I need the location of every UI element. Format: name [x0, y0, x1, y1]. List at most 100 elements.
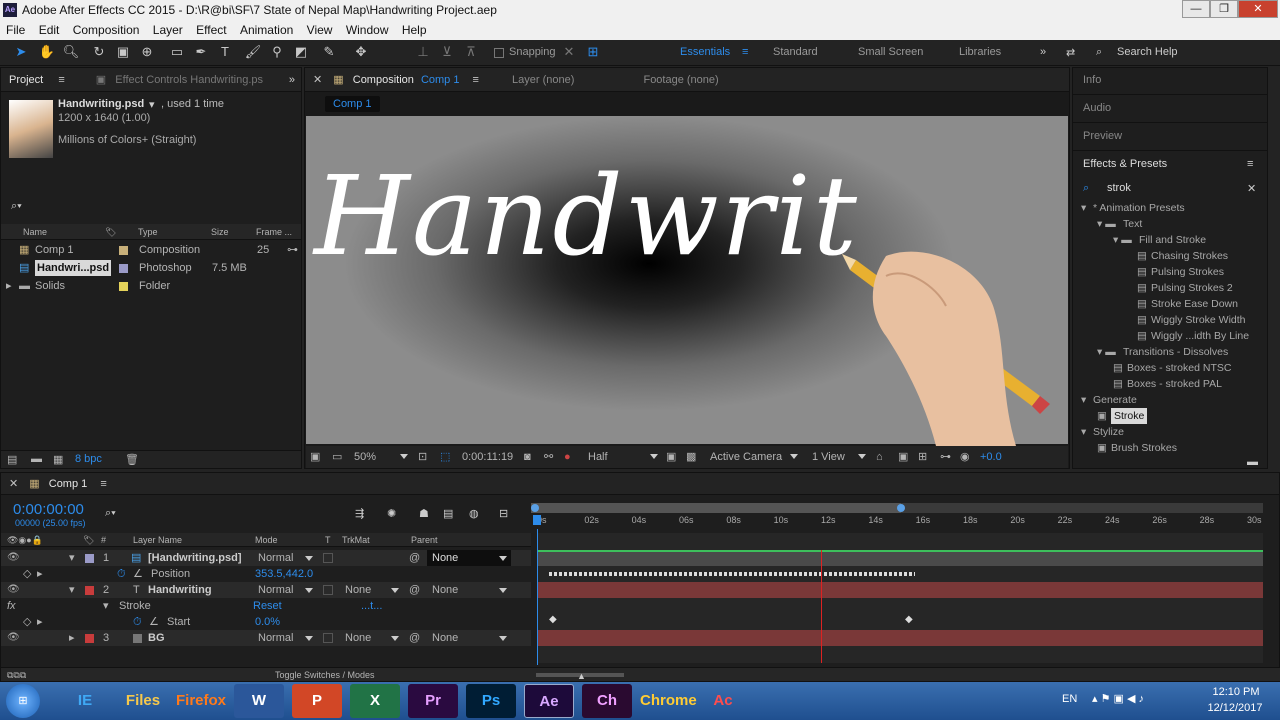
toggle-switches-modes[interactable]: Toggle Switches / Modes [275, 668, 375, 682]
position-keyframes[interactable] [549, 572, 915, 576]
comp-breadcrumb[interactable]: Comp 1 [325, 96, 380, 112]
effects-tree-item[interactable]: ▾ * Animation Presets [1077, 200, 1261, 216]
twirl-down-icon[interactable]: ▾ [103, 598, 109, 614]
column-t[interactable]: T [325, 533, 331, 547]
camera-tool-icon[interactable]: ▣ [114, 43, 132, 61]
parent-dropdown-icon[interactable] [499, 588, 507, 593]
effects-tree-item[interactable]: ▤ Wiggly Stroke Width [1077, 312, 1261, 328]
taskbar-character-animator[interactable]: Ch [582, 684, 632, 718]
exposure-value[interactable]: +0.0 [980, 446, 1002, 468]
menu-effect[interactable]: Effect [196, 23, 226, 37]
workspace-standard[interactable]: Standard [773, 46, 818, 58]
preview-panel-tab[interactable]: Preview [1083, 130, 1122, 142]
layer-mode[interactable]: Normal [258, 630, 293, 646]
preserve-transparency-checkbox[interactable] [323, 553, 333, 563]
property-row-start[interactable]: ◇ ▸ ⏱︎ ∠ Start 0.0% [1, 614, 531, 630]
timeline-link-icon[interactable]: ⊞ [918, 446, 927, 468]
layer-row[interactable]: 👁︎ ▾ 1 ▤ [Handwriting.psd] Normal @ None [1, 550, 531, 566]
layer-name[interactable]: BG [148, 630, 165, 646]
effects-panel-menu-icon[interactable]: ≡ [1247, 158, 1253, 170]
taskbar-word[interactable]: W [234, 684, 284, 718]
zoom-dropdown-icon[interactable] [400, 454, 408, 459]
visibility-eye-icon[interactable]: 👁︎ [7, 630, 20, 646]
graph-editor-icon[interactable]: ⊟ [499, 507, 508, 520]
stroke-reset-link[interactable]: Reset [253, 598, 282, 614]
column-frame[interactable]: Frame ... [256, 224, 292, 240]
workspace-libraries[interactable]: Libraries [959, 46, 1001, 58]
composition-panel-menu-icon[interactable]: ≡ [473, 74, 479, 86]
taskbar-chrome[interactable]: Chrome [640, 684, 697, 718]
start-button[interactable]: ⊞ [6, 684, 40, 718]
minimize-button[interactable]: — [1182, 0, 1210, 18]
expand-arrow-icon[interactable]: ▸ [6, 278, 12, 294]
graph-icon[interactable]: ∠ [149, 614, 159, 630]
column-type[interactable]: Type [138, 224, 158, 240]
start-keyframes-track[interactable]: ◆ ◆ [537, 614, 1263, 630]
language-indicator[interactable]: EN [1062, 693, 1077, 705]
timeline-timecode[interactable]: 0:00:00:00 [13, 501, 84, 518]
visibility-eye-icon[interactable]: 👁︎ [7, 582, 20, 598]
effects-tree-item[interactable]: ▾ Generate [1077, 392, 1261, 408]
taskbar-powerpoint[interactable]: P [292, 684, 342, 718]
start-value[interactable]: 0.0% [255, 614, 280, 630]
work-area-range[interactable] [531, 503, 901, 513]
layer-label-color[interactable] [85, 586, 94, 595]
comp-mini-flowchart-icon[interactable]: ⇶ [355, 507, 364, 520]
preserve-transparency-checkbox[interactable] [323, 585, 333, 595]
text-tool-icon[interactable]: T [216, 43, 234, 61]
effects-tree-item[interactable]: ▾ ▬ Fill and Stroke [1077, 232, 1261, 248]
effects-tree-item[interactable]: ▤ Wiggly ...idth By Line [1077, 328, 1261, 344]
clear-search-icon[interactable]: ✕ [1247, 182, 1256, 195]
visibility-eye-icon[interactable]: 👁︎ [7, 550, 20, 566]
axis-view-icon[interactable]: ⊼ [462, 43, 480, 61]
view-layout-value[interactable]: 1 View [812, 446, 845, 468]
asset-dropdown-icon[interactable]: ▾ [149, 98, 155, 111]
fx-icon[interactable]: fx [7, 598, 16, 614]
taskbar-premiere[interactable]: Pr [408, 684, 458, 718]
keyframe-end[interactable]: ◆ [905, 614, 913, 625]
effects-tree-item[interactable]: ▾ ▬ Text [1077, 216, 1261, 232]
roto-brush-tool-icon[interactable]: ✎ [320, 43, 338, 61]
effects-tree-item[interactable]: ▾ ▬ Transitions - Dissolves [1077, 344, 1261, 360]
audio-panel-tab[interactable]: Audio [1083, 102, 1111, 114]
snapping-checkbox[interactable] [494, 48, 504, 58]
frame-blending-icon[interactable]: ▤ [443, 507, 453, 520]
menu-help[interactable]: Help [402, 23, 427, 37]
playhead-line[interactable] [537, 529, 538, 665]
snap-options-icon[interactable]: ✕ [560, 43, 578, 61]
project-search-icon[interactable]: ⌕▾ [11, 200, 22, 213]
tab-project[interactable]: Project [9, 74, 43, 86]
snapshot-icon[interactable]: ▭ [332, 446, 342, 468]
layer-1-bar[interactable] [537, 550, 1263, 566]
mode-dropdown-icon[interactable] [305, 556, 313, 561]
bit-depth-button[interactable]: 8 bpc [75, 453, 102, 465]
puppet-tool-icon[interactable]: ✥ [352, 43, 370, 61]
effect-row-stroke[interactable]: fx ▾ Stroke Reset ...t... [1, 598, 531, 614]
effects-tree-item[interactable]: ▾ Stylize [1077, 424, 1261, 440]
taskbar-firefox[interactable]: Firefox [176, 684, 226, 718]
column-number[interactable]: # [101, 533, 106, 547]
info-panel-tab[interactable]: Info [1083, 74, 1101, 86]
layer-label-color[interactable] [85, 634, 94, 643]
rotate-tool-icon[interactable]: ↻ [90, 43, 108, 61]
keyframe-nav-icon[interactable]: ◇ [23, 566, 31, 582]
label-color-swatch[interactable] [119, 264, 128, 273]
preserve-transparency-checkbox[interactable] [323, 633, 333, 643]
layer-3-bar[interactable] [537, 630, 1263, 646]
camera-snapshot-icon[interactable]: ◙ [524, 446, 531, 468]
tray-icons[interactable]: ▴ ⚑ ▣ ◀ ♪ [1092, 692, 1144, 705]
expand-arrow-icon[interactable]: ▸ [69, 630, 75, 646]
axis-world-icon[interactable]: ⊻ [438, 43, 456, 61]
time-ruler[interactable]: 0s 02s 04s 06s 08s 10s 12s 14s 16s 18s 20s 22s 24s 26… [537, 515, 1263, 529]
column-mode[interactable]: Mode [255, 533, 278, 547]
flowchart-icon[interactable]: ⊶ [287, 242, 298, 258]
fast-previews-icon[interactable]: ▣ [666, 446, 676, 468]
new-bin-icon[interactable]: ▬ [1247, 456, 1258, 468]
effects-tree-item[interactable]: ▣ Brush Strokes [1077, 440, 1261, 456]
parent-pickwhip-icon[interactable]: @ [409, 582, 420, 598]
column-parent[interactable]: Parent [411, 533, 438, 547]
column-size[interactable]: Size [211, 224, 229, 240]
work-area-start-handle[interactable] [531, 504, 539, 512]
taskbar-ie[interactable]: IE [60, 684, 110, 718]
zoom-value[interactable]: 50% [354, 446, 376, 468]
